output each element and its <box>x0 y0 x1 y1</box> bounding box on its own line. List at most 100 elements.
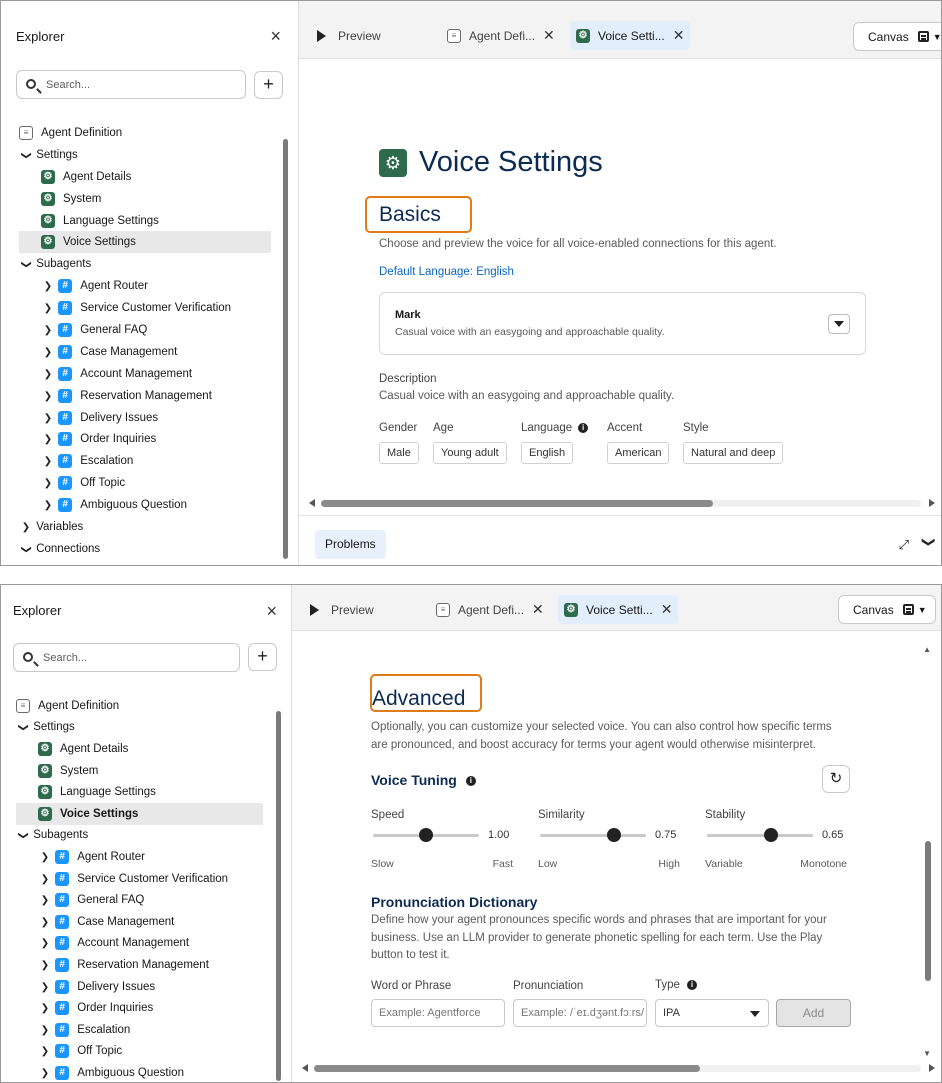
vertical-scrollbar-thumb[interactable] <box>925 841 931 981</box>
scroll-thumb[interactable] <box>314 1065 700 1072</box>
chevron-right-icon[interactable] <box>38 981 52 993</box>
tab-agent-definition[interactable]: ≡ Agent Defi... ✕ <box>430 595 550 624</box>
problems-button[interactable]: Problems <box>315 530 386 559</box>
info-icon[interactable]: i <box>578 422 589 433</box>
slider-rail[interactable] <box>540 834 646 837</box>
reset-button[interactable]: ↻ <box>822 765 850 793</box>
tree-item-subagents[interactable]: Subagents <box>19 253 271 275</box>
scroll-right-icon[interactable] <box>929 1064 935 1072</box>
chevron-right-icon[interactable] <box>41 302 55 314</box>
chevron-right-icon[interactable] <box>19 521 33 533</box>
chevron-right-icon[interactable] <box>41 455 55 467</box>
tab-voice-settings[interactable]: ⚙ Voice Setti... ✕ <box>558 595 679 624</box>
chevron-right-icon[interactable] <box>38 894 52 906</box>
chevron-right-icon[interactable] <box>41 324 55 336</box>
search-input[interactable] <box>46 76 236 94</box>
scroll-left-icon[interactable] <box>309 499 315 507</box>
search-input-wrapper[interactable] <box>16 70 246 99</box>
tree-item-voice-settings[interactable]: ⚙ Voice Settings <box>16 802 263 825</box>
tree-scrollbar[interactable] <box>283 139 288 559</box>
tree-item-subagent[interactable]: # Reservation Management <box>16 954 263 976</box>
chevron-right-icon[interactable] <box>38 1045 52 1057</box>
slider-rail[interactable] <box>707 834 813 837</box>
tab-preview[interactable]: Preview <box>304 595 380 624</box>
chevron-down-icon[interactable] <box>16 721 30 733</box>
canvas-button[interactable]: Canvas ▼ <box>853 22 941 51</box>
add-button[interactable]: Add <box>776 999 851 1027</box>
horizontal-scrollbar[interactable] <box>302 1060 935 1076</box>
chevron-down-icon[interactable] <box>19 543 33 555</box>
type-select[interactable]: IPA <box>655 999 769 1027</box>
tab-voice-settings[interactable]: ⚙ Voice Setti... ✕ <box>570 21 691 50</box>
tree-item-subagent[interactable]: # Escalation <box>16 1019 263 1041</box>
tree-scrollbar[interactable] <box>276 711 281 1081</box>
chevron-right-icon[interactable] <box>38 851 52 863</box>
close-icon[interactable]: ✕ <box>673 27 685 44</box>
voice-selector[interactable]: Mark Casual voice with an easygoing and … <box>379 292 866 355</box>
tree-item-agent-details[interactable]: ⚙ Agent Details <box>19 166 271 188</box>
tree-item-agent-definition[interactable]: ≡ Agent Definition <box>19 122 271 144</box>
dropdown-button[interactable] <box>828 314 850 334</box>
tree-item-agent-definition[interactable]: ≡ Agent Definition <box>16 695 263 717</box>
tree-item-subagent[interactable]: # Escalation <box>19 450 271 472</box>
scroll-up-icon[interactable]: ▲ <box>923 645 931 654</box>
chevron-right-icon[interactable] <box>38 1067 52 1079</box>
default-language-link[interactable]: Default Language: English <box>379 266 514 278</box>
search-input-wrapper[interactable] <box>13 643 240 672</box>
info-icon[interactable]: i <box>686 979 697 990</box>
tree-item-subagent[interactable]: # Off Topic <box>16 1041 263 1063</box>
tree-item-subagent[interactable]: # Off Topic <box>19 472 271 494</box>
tree-item-subagent[interactable]: # Order Inquiries <box>19 428 271 450</box>
scroll-right-icon[interactable] <box>929 499 935 507</box>
tree-item-subagent[interactable]: # Case Management <box>16 911 263 933</box>
tree-item-subagent[interactable]: # Service Customer Verification <box>16 868 263 890</box>
add-button[interactable]: + <box>248 643 277 671</box>
tree-item-subagent[interactable]: # Order Inquiries <box>16 997 263 1019</box>
slider-knob[interactable] <box>607 828 622 842</box>
chevron-right-icon[interactable] <box>38 937 52 949</box>
chevron-right-icon[interactable] <box>41 412 55 424</box>
tab-agent-definition[interactable]: ≡ Agent Defi... ✕ <box>441 21 561 50</box>
slider-knob[interactable] <box>763 828 778 842</box>
chevron-right-icon[interactable] <box>38 1024 52 1036</box>
chevron-up-icon[interactable]: ❮ <box>920 537 936 548</box>
add-button[interactable]: + <box>254 71 283 99</box>
tree-item-language-settings[interactable]: ⚙ Language Settings <box>19 210 271 232</box>
tree-item-connections[interactable]: Connections <box>19 538 271 560</box>
tree-item-variables[interactable]: Variables <box>19 516 271 538</box>
tree-item-subagent[interactable]: # Ambiguous Question <box>19 494 271 516</box>
tree-item-subagent[interactable]: # Ambiguous Question <box>16 1062 263 1082</box>
tree-item-agent-details[interactable]: ⚙ Agent Details <box>16 738 263 760</box>
tab-preview[interactable]: Preview <box>311 21 387 50</box>
tree-item-settings[interactable]: Settings <box>19 144 271 166</box>
tree-item-subagent[interactable]: # Service Customer Verification <box>19 297 271 319</box>
chevron-down-icon[interactable] <box>19 258 33 270</box>
tree-item-system[interactable]: ⚙ System <box>16 760 263 782</box>
tree-item-subagent[interactable]: # Account Management <box>16 933 263 955</box>
chevron-right-icon[interactable] <box>38 959 52 971</box>
chevron-down-icon[interactable] <box>16 829 30 841</box>
chevron-down-icon[interactable] <box>19 149 33 161</box>
chevron-right-icon[interactable] <box>38 1002 52 1014</box>
scroll-down-icon[interactable]: ▼ <box>923 1049 931 1058</box>
chevron-right-icon[interactable] <box>38 916 52 928</box>
close-icon[interactable]: × <box>270 27 281 45</box>
tree-item-subagent[interactable]: # Delivery Issues <box>16 976 263 998</box>
tree-item-subagent[interactable]: # Case Management <box>19 341 271 363</box>
tree-item-subagent[interactable]: # Account Management <box>19 363 271 385</box>
tree-item-system[interactable]: ⚙ System <box>19 188 271 210</box>
scroll-left-icon[interactable] <box>302 1064 308 1072</box>
chevron-right-icon[interactable] <box>41 433 55 445</box>
scroll-thumb[interactable] <box>321 500 713 507</box>
chevron-right-icon[interactable] <box>38 873 52 885</box>
tree-item-subagent[interactable]: # General FAQ <box>16 889 263 911</box>
tree-item-subagent[interactable]: # General FAQ <box>19 319 271 341</box>
search-input[interactable] <box>43 649 233 667</box>
close-icon[interactable]: ✕ <box>543 27 555 44</box>
canvas-button[interactable]: Canvas ▼ <box>838 595 936 624</box>
tree-item-subagent[interactable]: # Agent Router <box>16 846 263 868</box>
chevron-right-icon[interactable] <box>41 390 55 402</box>
tree-item-subagent[interactable]: # Agent Router <box>19 275 271 297</box>
slider-knob[interactable] <box>419 828 433 842</box>
chevron-right-icon[interactable] <box>41 368 55 380</box>
